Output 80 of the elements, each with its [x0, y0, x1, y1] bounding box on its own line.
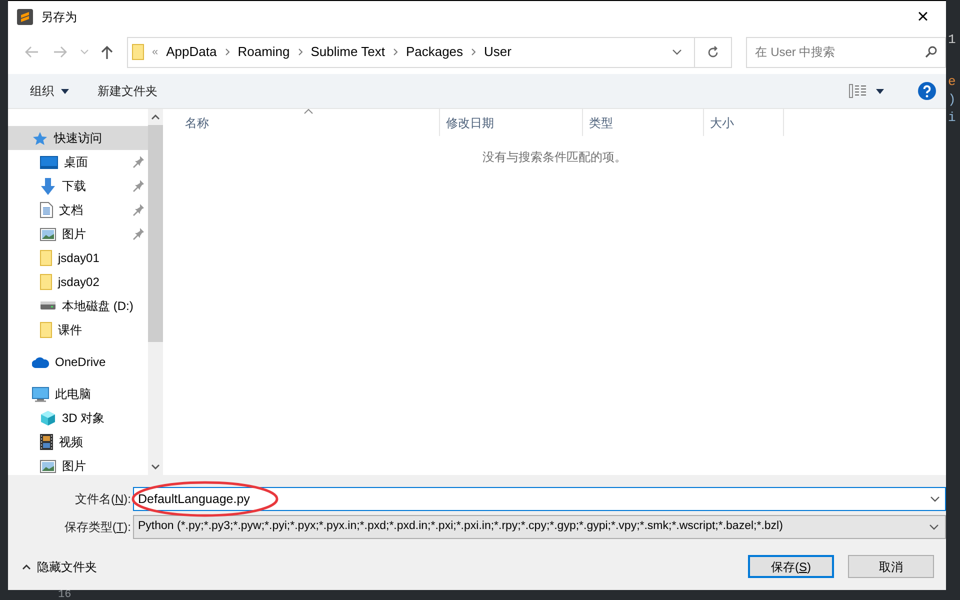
film-strip-icon — [40, 434, 53, 450]
picture-icon — [40, 228, 56, 240]
field-label: 保存类型(T): — [63, 519, 132, 536]
cube-icon — [40, 410, 56, 426]
chevron-down-icon — [80, 49, 89, 55]
sidebar-item[interactable]: 本地磁盘 (D:) — [8, 294, 148, 318]
left-arrow-icon — [24, 46, 38, 58]
overflow-chevron[interactable]: « — [152, 44, 158, 60]
hide-folders-button[interactable]: 隐藏文件夹 — [22, 558, 97, 576]
code-text: ) — [948, 91, 957, 108]
save-button[interactable]: 保存(S) — [748, 555, 834, 578]
chevron-down-icon — [929, 524, 939, 530]
refresh-icon — [707, 46, 720, 58]
right-arrow-icon — [54, 46, 68, 58]
close-button[interactable]: × — [900, 1, 946, 32]
chevron-right-icon — [298, 48, 303, 56]
organize-menu-button[interactable]: 组织 — [26, 80, 74, 102]
chevron-down-icon — [672, 49, 682, 55]
caret-down-icon — [876, 88, 884, 94]
file-type-dropdown[interactable]: Python (*.py;*.py3;*.pyw;*.pyi;*.pyx;*.pyx.in;*.pxd;*.pxd.in;*.pxi;*.pxi.in;*.rpy;*.cpy;*.gyp;*.gypi;*.vpy;*.smk;*.wscript;*.bazel;*.bzl) — [133, 515, 946, 539]
breadcrumb[interactable]: User — [484, 42, 512, 62]
caret-down-icon — [61, 89, 70, 94]
breadcrumb[interactable]: Sublime Text — [310, 42, 385, 62]
cancel-button[interactable]: 取消 — [848, 555, 934, 578]
drive-icon — [40, 301, 56, 311]
folder-icon — [132, 44, 144, 60]
sidebar-item[interactable]: 3D 对象 — [8, 406, 148, 430]
breadcrumb[interactable]: Packages — [406, 42, 464, 62]
code-text: e — [948, 73, 957, 90]
folder-icon — [40, 274, 52, 290]
new-folder-button[interactable]: 新建文件夹 — [93, 80, 162, 102]
search-field[interactable]: 在 User 中搜索 — [746, 36, 946, 68]
folder-icon — [40, 322, 52, 338]
sidebar-item[interactable]: 此电脑 — [8, 382, 148, 406]
empty-message: 没有与搜索条件匹配的项。 — [482, 149, 628, 166]
up-arrow-icon — [101, 45, 113, 59]
document-icon — [40, 202, 53, 218]
breadcrumb[interactable]: AppData — [166, 42, 217, 62]
search-icon — [925, 46, 937, 58]
picture-icon — [40, 460, 56, 472]
chevron-down-icon — [930, 496, 940, 502]
chevron-right-icon — [224, 48, 230, 56]
line-number: 16 — [58, 590, 72, 600]
monitor-icon — [32, 386, 49, 402]
scroll-down-icon — [151, 464, 160, 470]
desktop-icon — [40, 156, 58, 168]
chevron-right-icon — [392, 48, 398, 56]
address-bar[interactable]: « AppData Roaming Sublime Text Packages User — [127, 36, 732, 68]
window-title: 另存为 — [41, 8, 77, 26]
app-logo-icon — [17, 8, 33, 24]
column-header[interactable]: 类型 — [583, 109, 704, 136]
sidebar-item[interactable]: 下载 — [8, 174, 148, 198]
sidebar-item[interactable]: 图片 — [8, 222, 148, 246]
column-header[interactable]: 修改日期 — [440, 109, 583, 136]
chevron-up-icon — [22, 564, 31, 570]
sidebar-item[interactable]: 图片 — [8, 454, 148, 475]
sidebar-item[interactable]: 课件 — [8, 318, 148, 342]
sidebar-item[interactable]: 文档 — [8, 198, 148, 222]
code-text: 1 — [948, 31, 957, 48]
sidebar-item[interactable]: 快速访问 — [8, 126, 148, 150]
chevron-right-icon — [471, 48, 476, 56]
help-icon — [918, 82, 936, 100]
breadcrumb[interactable]: Roaming — [238, 42, 290, 62]
column-header[interactable]: 名称 — [163, 109, 440, 136]
column-header[interactable]: 大小 — [704, 109, 784, 136]
download-arrow-icon — [40, 178, 56, 194]
folder-icon — [40, 250, 52, 266]
code-text: i — [948, 109, 957, 126]
field-label: 文件名(N): — [74, 491, 132, 508]
sidebar-item[interactable]: 桌面 — [8, 150, 148, 174]
details-view-icon — [849, 84, 866, 98]
cloud-icon — [32, 356, 49, 368]
sidebar-item[interactable]: OneDrive — [8, 350, 148, 374]
sidebar-item[interactable]: jsday02 — [8, 270, 148, 294]
scrollbar[interactable] — [148, 109, 163, 475]
scroll-up-icon — [151, 114, 160, 120]
star-icon — [32, 131, 48, 145]
sidebar-item[interactable]: jsday01 — [8, 246, 148, 270]
sidebar-item[interactable]: 视频 — [8, 430, 148, 454]
filename-field[interactable]: DefaultLanguage.py — [133, 487, 946, 511]
